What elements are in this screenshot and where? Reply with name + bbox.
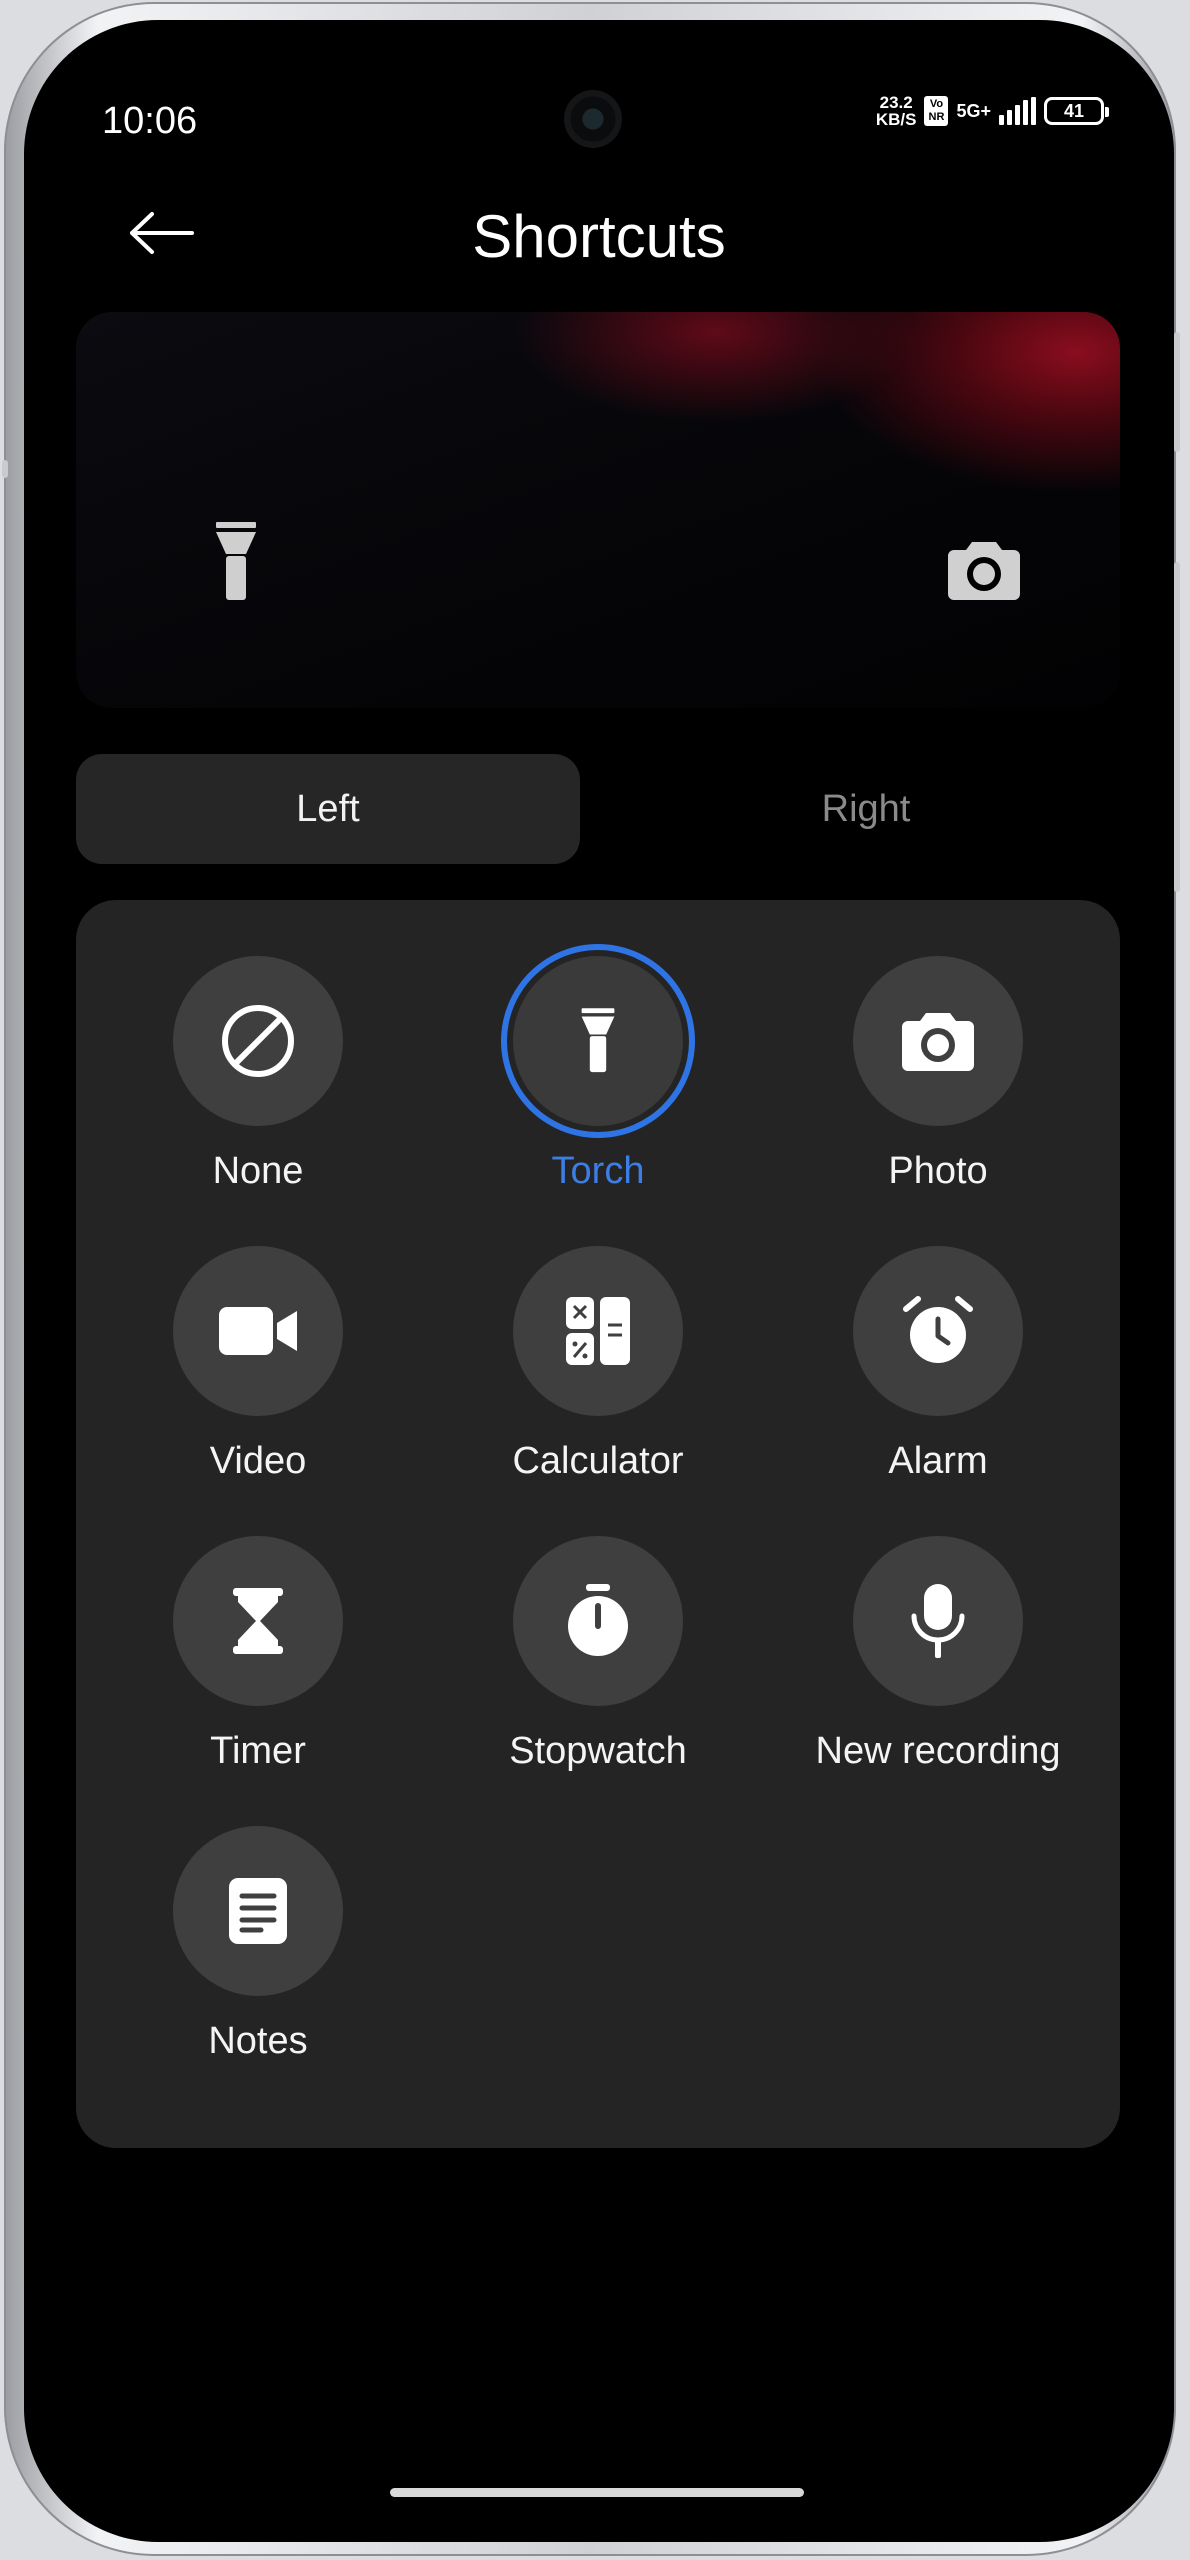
microphone-icon <box>911 1584 965 1658</box>
shortcut-icon-circle-selected <box>513 956 683 1126</box>
shortcut-label: New recording <box>815 1730 1061 1772</box>
shortcut-calculator[interactable]: Calculator <box>428 1246 768 1536</box>
shortcut-label: Video <box>209 1440 307 1482</box>
network-type: 5G+ <box>956 101 991 121</box>
shortcut-panel: None Torch Photo Video Calculator Alarm … <box>76 900 1120 2148</box>
shortcut-new-recording[interactable]: New recording <box>768 1536 1108 1826</box>
volte-icon: Vo NR <box>924 96 949 126</box>
phone-frame: 10:06 23.2 KB/S Vo NR 5G+ 41 Shortcuts L… <box>2 2 1180 2556</box>
shortcut-video[interactable]: Video <box>88 1246 428 1536</box>
shortcut-label: Alarm <box>888 1440 988 1482</box>
network-speed: 23.2 KB/S <box>876 94 917 128</box>
battery-icon: 41 <box>1044 97 1109 125</box>
volte-bottom: NR <box>928 111 945 123</box>
calculator-icon <box>566 1297 630 1365</box>
shortcut-label: Calculator <box>512 1440 684 1482</box>
shortcut-icon-circle <box>513 1246 683 1416</box>
shortcut-icon-circle <box>513 1536 683 1706</box>
shortcut-none[interactable]: None <box>88 956 428 1246</box>
segment-right[interactable]: Right <box>614 754 1118 864</box>
network-speed-unit: KB/S <box>875 110 917 129</box>
shortcut-timer[interactable]: Timer <box>88 1536 428 1826</box>
segment-left[interactable]: Left <box>76 754 580 864</box>
battery-level: 41 <box>1063 101 1085 121</box>
front-camera <box>564 90 622 148</box>
torch-icon <box>216 522 256 600</box>
camera-icon <box>948 542 1020 600</box>
power-button <box>1174 332 1180 452</box>
status-icons: 23.2 KB/S Vo NR 5G+ 41 <box>876 86 1109 136</box>
shortcut-icon-circle <box>173 1536 343 1706</box>
side-button-small <box>2 460 8 478</box>
shortcut-photo[interactable]: Photo <box>768 956 1108 1246</box>
home-indicator[interactable] <box>390 2488 804 2497</box>
hourglass-icon <box>233 1588 283 1654</box>
shortcut-notes[interactable]: Notes <box>88 1826 428 2116</box>
signal-icon <box>999 97 1036 125</box>
network-speed-value: 23.2 <box>879 93 913 112</box>
shortcut-label: Photo <box>888 1150 988 1192</box>
volte-top: Vo <box>929 98 944 110</box>
notes-icon <box>229 1878 287 1944</box>
page-title: Shortcuts <box>472 203 726 270</box>
volume-button <box>1174 562 1180 892</box>
shortcut-icon-circle <box>173 1246 343 1416</box>
torch-icon <box>581 1008 615 1073</box>
shortcut-icon-circle <box>853 956 1023 1126</box>
none-icon <box>222 1005 294 1077</box>
shortcut-label: Stopwatch <box>509 1730 687 1772</box>
screen: 10:06 23.2 KB/S Vo NR 5G+ 41 Shortcuts L… <box>24 20 1174 2542</box>
shortcut-label: Torch <box>551 1150 645 1192</box>
shortcut-icon-circle <box>853 1246 1023 1416</box>
alarm-icon <box>903 1296 973 1363</box>
shortcut-label: None <box>212 1150 304 1192</box>
status-time: 10:06 <box>102 100 198 142</box>
stopwatch-icon <box>568 1584 628 1656</box>
shortcut-icon-circle <box>853 1536 1023 1706</box>
shortcut-icon-circle <box>173 956 343 1126</box>
shortcut-icon-circle <box>173 1826 343 1996</box>
shortcut-torch[interactable]: Torch <box>428 956 768 1246</box>
shortcut-label: Notes <box>208 2020 308 2062</box>
video-icon <box>219 1307 297 1355</box>
lockscreen-preview <box>76 312 1120 708</box>
shortcut-alarm[interactable]: Alarm <box>768 1246 1108 1536</box>
shortcut-label: Timer <box>210 1730 306 1772</box>
shortcut-stopwatch[interactable]: Stopwatch <box>428 1536 768 1826</box>
camera-icon <box>902 1013 974 1071</box>
